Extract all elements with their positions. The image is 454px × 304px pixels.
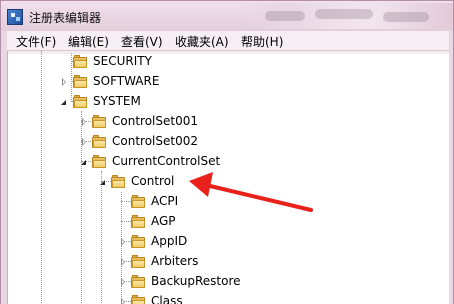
tree-node-backuprestore[interactable]: BackupRestore [8,272,258,292]
folder-icon [131,215,145,228]
tree-node-class[interactable]: Class [8,292,228,304]
menu-file[interactable]: 文件(F) [16,33,56,50]
tree-node-label: AGP [151,214,176,228]
title-bar[interactable]: 注册表编辑器 [1,1,453,31]
tree-node-label: Class [151,294,183,304]
chevron-down-icon[interactable] [61,100,66,105]
chevron-right-icon[interactable] [62,78,66,86]
chevron-right-icon[interactable] [121,278,125,286]
chevron-right-icon[interactable] [121,238,125,246]
tree-node-label: ControlSet002 [112,134,198,148]
chevron-right-icon[interactable] [82,118,86,126]
menu-favorites[interactable]: 收藏夹(A) [175,33,229,50]
tree-node-agp[interactable]: AGP [8,212,208,232]
menu-help[interactable]: 帮助(H) [241,33,283,50]
tree-node-system[interactable]: SYSTEM [8,92,208,112]
title-bar-blurred-background [243,3,453,29]
tree-node-appid[interactable]: AppID [8,232,228,252]
tree-node-label: AppID [151,234,188,248]
folder-icon [92,115,106,128]
menu-edit[interactable]: 编辑(E) [68,33,109,50]
folder-icon [111,175,125,188]
tree-node-control[interactable]: Control [8,172,208,192]
folder-icon [131,235,145,248]
chevron-down-icon[interactable] [100,180,105,185]
folder-icon [73,75,87,88]
tree-node-label: CurrentControlSet [112,154,221,168]
folder-icon [131,195,145,208]
tree-node-controlset001[interactable]: ControlSet001 [8,112,228,132]
tree-node-arbiters[interactable]: Arbiters [8,252,228,272]
tree-node-software[interactable]: SOFTWARE [8,72,208,92]
folder-icon [131,295,145,304]
chevron-right-icon[interactable] [121,258,125,266]
registry-editor-icon [7,9,23,25]
tree-node-label: ControlSet001 [112,114,198,128]
tree-node-label: SECURITY [93,54,152,68]
folder-icon [73,55,87,68]
folder-icon [131,275,145,288]
registry-key-tree[interactable]: SECURITY SOFTWARE SYSTEM ControlSet001 C… [7,51,449,304]
tree-node-label: Control [131,174,175,188]
folder-icon [92,135,106,148]
tree-node-acpi[interactable]: ACPI [8,192,208,212]
tree-node-label: SYSTEM [93,94,141,108]
registry-editor-window: 注册表编辑器 文件(F) 编辑(E) 查看(V) 收藏夹(A) 帮助(H) SE… [0,0,454,304]
tree-node-security[interactable]: SECURITY [8,52,208,72]
window-title: 注册表编辑器 [29,11,102,25]
tree-node-label: ACPI [151,194,179,208]
chevron-down-icon[interactable] [81,160,86,165]
tree-node-currentcontrolset[interactable]: CurrentControlSet [8,152,248,172]
folder-icon [73,95,87,108]
tree-node-label: SOFTWARE [93,74,160,88]
folder-icon [92,155,106,168]
tree-node-controlset002[interactable]: ControlSet002 [8,132,228,152]
chevron-right-icon[interactable] [121,298,125,304]
menu-bar: 文件(F) 编辑(E) 查看(V) 收藏夹(A) 帮助(H) [7,31,449,51]
folder-icon [131,255,145,268]
menu-view[interactable]: 查看(V) [121,33,163,50]
chevron-right-icon[interactable] [82,138,86,146]
tree-node-label: BackupRestore [151,274,241,288]
tree-node-label: Arbiters [151,254,199,268]
